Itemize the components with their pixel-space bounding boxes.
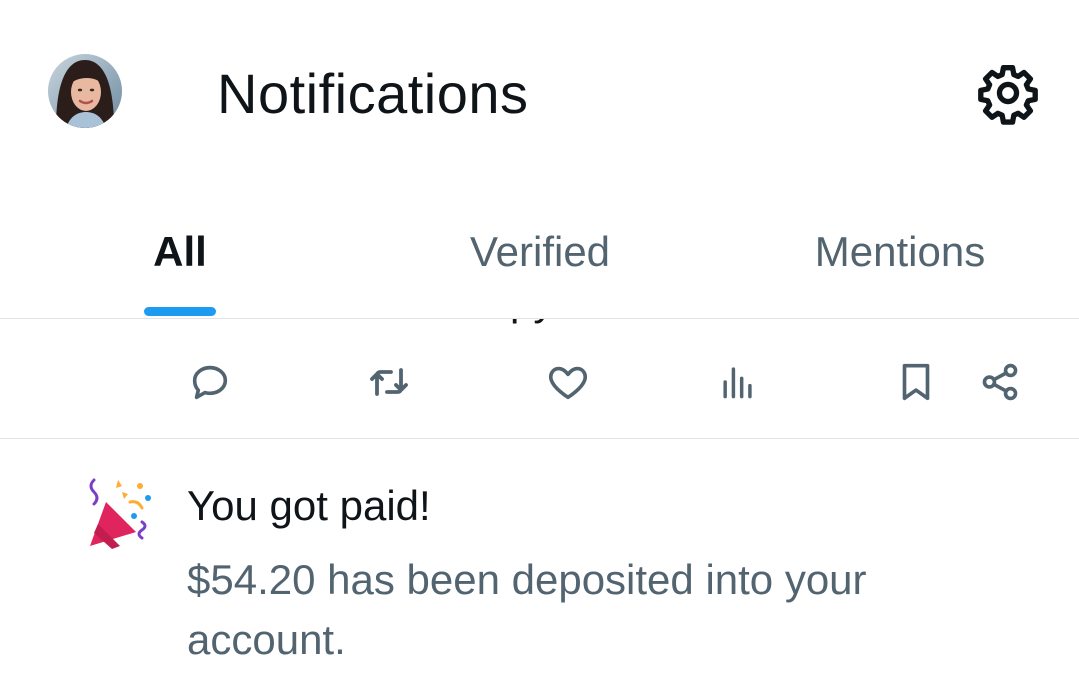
post-action-bar bbox=[0, 340, 1079, 430]
views-icon bbox=[723, 367, 752, 399]
tab-all[interactable]: All bbox=[80, 190, 280, 318]
reply-icon bbox=[192, 365, 228, 400]
like-icon bbox=[548, 366, 588, 400]
tab-label: Mentions bbox=[814, 228, 986, 275]
notification-body: $54.20 has been deposited into your acco… bbox=[187, 556, 867, 663]
share-icon bbox=[982, 363, 1018, 401]
page-title: Notifications bbox=[217, 62, 529, 125]
notification-title: You got paid! bbox=[187, 482, 431, 529]
settings-button[interactable] bbox=[975, 60, 1041, 126]
tab-mentions[interactable]: Mentions bbox=[770, 190, 1030, 318]
party-popper-icon bbox=[84, 476, 160, 556]
notification-item[interactable]: You got paid! $54.20 has been deposited … bbox=[0, 440, 1079, 696]
views-button[interactable] bbox=[708, 352, 768, 412]
reply-button[interactable] bbox=[180, 352, 240, 412]
avatar[interactable] bbox=[48, 54, 122, 128]
gear-icon bbox=[978, 65, 1038, 125]
share-button[interactable] bbox=[970, 352, 1030, 412]
retweet-button[interactable] bbox=[359, 352, 419, 412]
bookmark-icon bbox=[902, 363, 930, 401]
active-tab-indicator bbox=[144, 307, 216, 316]
profile-photo bbox=[48, 54, 122, 128]
notifications-screen: Notifications All Verified Mentions py bbox=[0, 0, 1079, 696]
header: Notifications bbox=[0, 0, 1079, 190]
retweet-icon bbox=[370, 368, 408, 396]
tab-label: All bbox=[153, 228, 207, 275]
tab-bar: All Verified Mentions bbox=[0, 190, 1079, 318]
tab-verified[interactable]: Verified bbox=[400, 190, 680, 318]
tab-label: Verified bbox=[469, 228, 611, 275]
like-button[interactable] bbox=[538, 352, 598, 412]
bookmark-button[interactable] bbox=[886, 352, 946, 412]
divider bbox=[0, 438, 1079, 439]
clipped-text-fragment: py bbox=[480, 319, 580, 331]
